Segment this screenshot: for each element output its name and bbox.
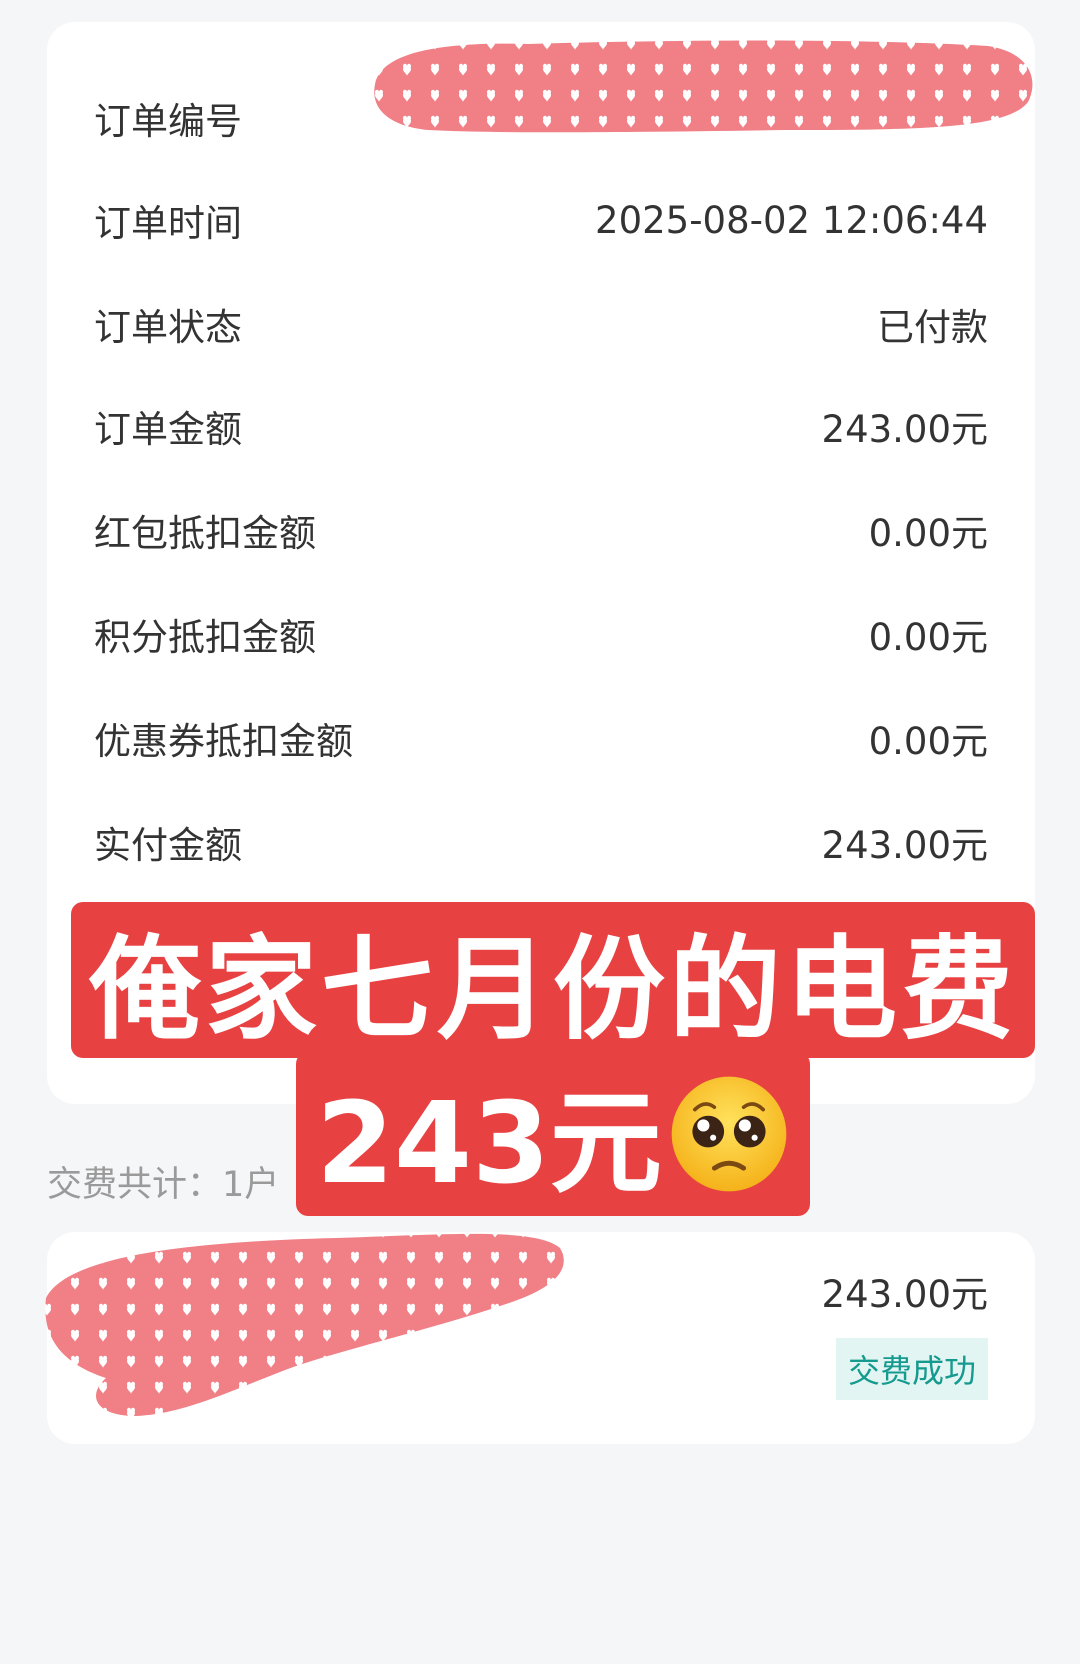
points-deduction-label: 积分抵扣金额: [94, 616, 316, 659]
coupon-deduction-row: 优惠券抵扣金额 0.00元: [94, 708, 988, 768]
points-deduction-row: 积分抵扣金额 0.00元: [94, 604, 988, 664]
order-amount-value: 243.00元: [821, 408, 988, 451]
overlay-caption-line2: 243元: [296, 1052, 810, 1216]
bill-amount: 243.00元: [821, 1273, 988, 1316]
overlay-caption-line1: 俺家七月份的电费: [71, 902, 1035, 1058]
order-status-label: 订单状态: [94, 306, 242, 349]
payment-summary-text: 交费共计：1户: [47, 1165, 280, 1205]
order-amount-label: 订单金额: [94, 408, 242, 451]
order-status-value: 已付款: [877, 306, 988, 349]
pleading-face-icon: [671, 1076, 787, 1192]
red-packet-deduction-row: 红包抵扣金额 0.00元: [94, 500, 988, 560]
actual-paid-row: 实付金额 243.00元: [94, 812, 988, 872]
order-number-label: 订单编号: [94, 100, 242, 143]
overlay-amount-text: 243元: [316, 1079, 662, 1209]
order-time-row: 订单时间 2025-08-02 12:06:44: [94, 190, 988, 250]
payment-success-badge: 交费成功: [835, 1338, 988, 1400]
coupon-deduction-label: 优惠券抵扣金额: [94, 720, 353, 763]
coupon-deduction-value: 0.00元: [868, 720, 988, 763]
points-deduction-value: 0.00元: [868, 616, 988, 659]
red-packet-deduction-label: 红包抵扣金额: [94, 512, 316, 555]
red-packet-deduction-value: 0.00元: [868, 512, 988, 555]
order-amount-row: 订单金额 243.00元: [94, 396, 988, 456]
order-time-value: 2025-08-02 12:06:44: [595, 198, 988, 242]
order-number-redaction: [374, 40, 1033, 133]
actual-paid-label: 实付金额: [94, 824, 242, 867]
order-time-label: 订单时间: [94, 202, 242, 245]
household-info-redaction: [45, 1233, 564, 1416]
actual-paid-value: 243.00元: [821, 824, 988, 867]
order-status-row: 订单状态 已付款: [94, 294, 988, 354]
